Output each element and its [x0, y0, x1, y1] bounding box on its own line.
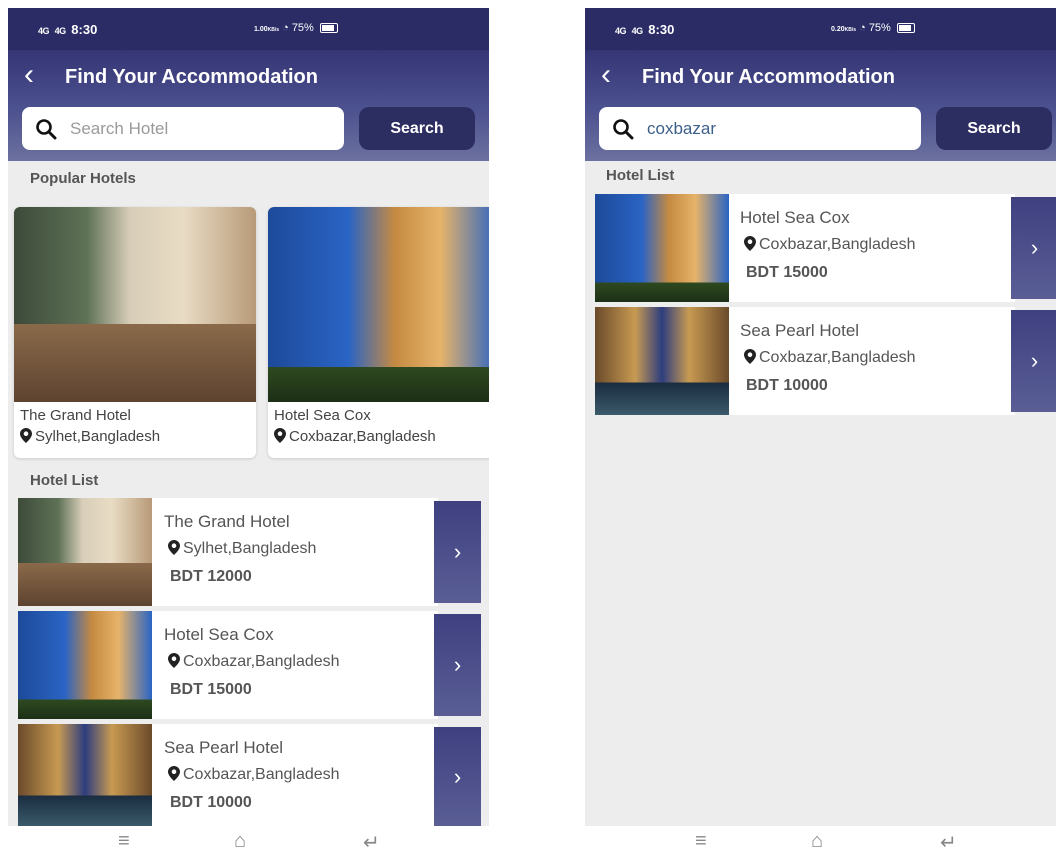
network-speed: 0.20 [831, 26, 845, 33]
hotel-thumbnail [18, 611, 152, 719]
chevron-right-icon[interactable]: › [1011, 310, 1056, 412]
back-nav-icon[interactable]: ↵ [940, 830, 957, 855]
search-input[interactable]: coxbazar [599, 107, 921, 150]
hotel-location: Coxbazar,Bangladesh [289, 428, 436, 445]
chevron-right-icon[interactable]: › [434, 501, 481, 603]
page-title: Find Your Accommodation [65, 66, 318, 88]
status-bar: 4G 4G 8:30 1.00KB/s ◔ 75% [8, 8, 489, 50]
hotel-name: Hotel Sea Cox [274, 407, 371, 424]
menu-icon[interactable]: ≡ [118, 830, 130, 853]
map-pin-icon [744, 236, 756, 251]
map-pin-icon [274, 428, 286, 443]
menu-icon[interactable]: ≡ [695, 830, 707, 853]
chevron-right-icon[interactable]: › [1011, 197, 1056, 299]
section-title-popular: Popular Hotels [30, 170, 136, 187]
popular-hotel-card[interactable]: Hotel Sea Cox Coxbazar,Bangladesh [268, 207, 489, 458]
hotel-thumbnail [595, 194, 729, 302]
signal-icon: 4G [615, 26, 627, 36]
clock: 8:30 [648, 22, 675, 37]
wifi-icon: ◔ [282, 22, 289, 34]
signal-icon: 4G [631, 26, 644, 36]
battery-percent: 75% [868, 22, 891, 34]
hotel-name: Sea Pearl Hotel [164, 738, 284, 757]
page-title: Find Your Accommodation [642, 66, 895, 88]
hotel-list-item[interactable]: Hotel Sea Cox Coxbazar,Bangladesh BDT 15… [18, 611, 438, 719]
hotel-thumbnail [18, 498, 152, 606]
search-placeholder: Search Hotel [70, 119, 169, 138]
hotel-location: Sylhet,Bangladesh [35, 428, 161, 445]
hotel-price: BDT 12000 [170, 568, 252, 585]
popular-hotel-card[interactable]: The Grand Hotel Sylhet,Bangladesh [14, 207, 256, 458]
hotel-location: Coxbazar,Bangladesh [183, 653, 340, 670]
chevron-right-icon[interactable]: › [434, 614, 481, 716]
hotel-list-item[interactable]: Sea Pearl Hotel Coxbazar,Bangladesh BDT … [595, 307, 1015, 415]
chevron-right-icon[interactable]: › [434, 727, 481, 826]
hotel-name: Sea Pearl Hotel [740, 321, 860, 340]
hotel-price: BDT 10000 [746, 377, 828, 394]
system-nav-bar: ≡ ⌂ ↵ [8, 826, 489, 856]
app-header: ‹ Find Your Accommodation Search Hotel S… [8, 50, 489, 161]
hotel-list-item[interactable]: Sea Pearl Hotel Coxbazar,Bangladesh BDT … [18, 724, 438, 826]
hotel-location: Coxbazar,Bangladesh [759, 349, 916, 366]
signal-icon: 4G [54, 26, 67, 36]
network-speed: 1.00 [254, 26, 268, 33]
section-title-hotel-list: Hotel List [606, 167, 675, 184]
hotel-price: BDT 10000 [170, 794, 252, 811]
hotel-name: The Grand Hotel [20, 407, 131, 424]
back-nav-icon[interactable]: ↵ [363, 830, 380, 855]
phone-screen-search: 4G 4G 8:30 1.00KB/s ◔ 75% ‹ Find Your Ac… [8, 8, 489, 856]
signal-icon: 4G [38, 26, 50, 36]
hotel-location: Coxbazar,Bangladesh [183, 766, 340, 783]
hotel-location: Sylhet,Bangladesh [183, 540, 317, 557]
hotel-thumbnail [18, 724, 152, 826]
clock: 8:30 [71, 22, 98, 37]
section-title-hotel-list: Hotel List [30, 472, 99, 489]
chevron-left-icon[interactable]: ‹ [24, 60, 34, 90]
search-button[interactable]: Search [359, 107, 475, 150]
hotel-name: Hotel Sea Cox [740, 208, 850, 227]
hotel-price: BDT 15000 [170, 681, 252, 698]
map-pin-icon [20, 428, 32, 443]
network-speed-unit: KB/s [267, 27, 280, 33]
search-button[interactable]: Search [936, 107, 1052, 150]
map-pin-icon [168, 766, 180, 781]
hotel-list-item[interactable]: Hotel Sea Cox Coxbazar,Bangladesh BDT 15… [595, 194, 1015, 302]
app-header: ‹ Find Your Accommodation coxbazar Searc… [585, 50, 1056, 161]
hotel-list-item[interactable]: The Grand Hotel Sylhet,Bangladesh BDT 12… [18, 498, 438, 606]
hotel-name: Hotel Sea Cox [164, 625, 274, 644]
hotel-name: The Grand Hotel [164, 512, 290, 531]
network-speed-unit: KB/s [844, 27, 857, 33]
map-pin-icon [168, 653, 180, 668]
hotel-thumbnail [595, 307, 729, 415]
map-pin-icon [744, 349, 756, 364]
search-icon [36, 119, 57, 140]
battery-percent: 75% [291, 22, 314, 34]
chevron-left-icon[interactable]: ‹ [601, 60, 611, 90]
phone-screen-results: 4G 4G 8:30 0.20KB/s ◔ 75% ‹ Find Your Ac… [585, 8, 1056, 856]
system-nav-bar: ≡ ⌂ ↵ [585, 826, 1056, 856]
battery-icon [896, 23, 915, 34]
hotel-image [268, 207, 489, 402]
search-value: coxbazar [647, 119, 716, 138]
search-input[interactable]: Search Hotel [22, 107, 344, 150]
hotel-image [14, 207, 256, 402]
hotel-price: BDT 15000 [746, 264, 828, 281]
map-pin-icon [168, 540, 180, 555]
battery-icon [319, 23, 338, 34]
wifi-icon: ◔ [859, 22, 866, 34]
home-icon[interactable]: ⌂ [234, 830, 246, 853]
status-bar: 4G 4G 8:30 0.20KB/s ◔ 75% [585, 8, 1056, 50]
home-icon[interactable]: ⌂ [811, 830, 823, 853]
hotel-location: Coxbazar,Bangladesh [759, 236, 916, 253]
search-icon [613, 119, 634, 140]
